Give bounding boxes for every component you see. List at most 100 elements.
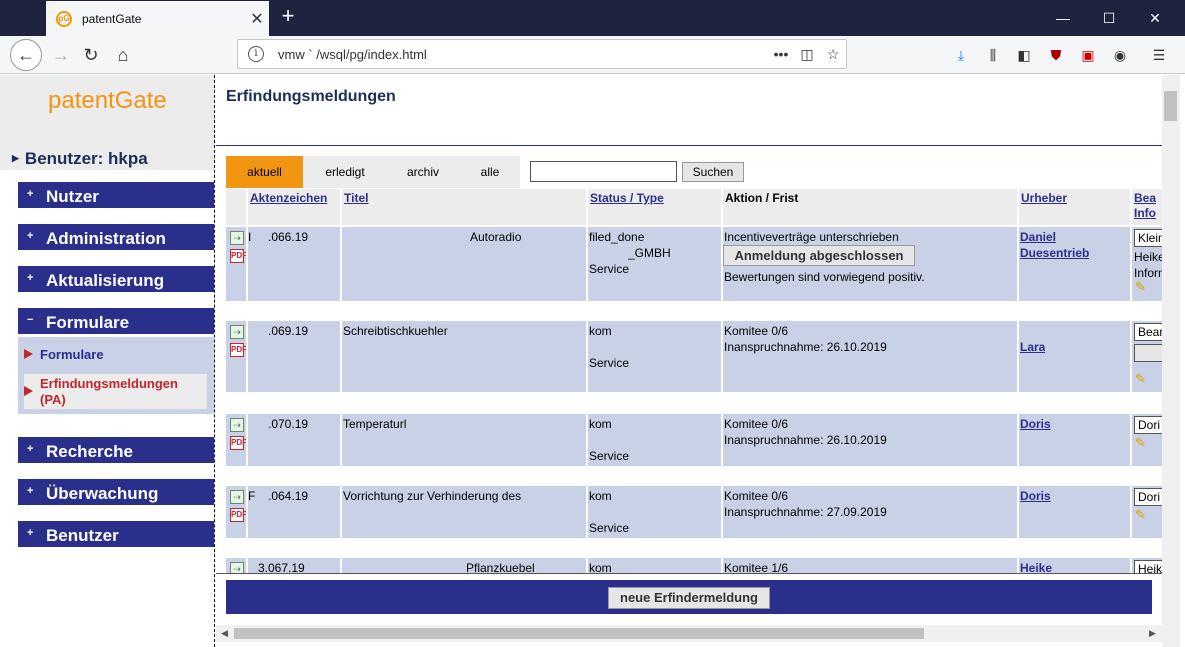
account-icon[interactable]: ◉ <box>1109 45 1131 65</box>
column-divider <box>1130 189 1132 574</box>
home-icon[interactable]: ⌂ <box>108 41 138 69</box>
header-status[interactable]: Status / Type <box>588 189 721 225</box>
pencil-edit-icon[interactable]: ✎ <box>1135 435 1146 451</box>
menu-nutzer[interactable]: + Nutzer <box>18 182 214 208</box>
close-window-icon[interactable]: ✕ <box>1132 6 1178 30</box>
pdf-icon[interactable]: PDF <box>230 508 247 522</box>
document-open-icon[interactable]: ⇢ <box>230 325 244 339</box>
aktenzeichen-prefix: I <box>248 230 252 244</box>
scroll-right-icon[interactable]: ▶ <box>1149 628 1156 639</box>
bullet-icon: ▶ <box>12 153 19 163</box>
pdf-icon[interactable]: PDF <box>230 249 247 263</box>
tab-aktuell[interactable]: aktuell <box>226 156 303 188</box>
column-divider <box>721 189 723 574</box>
status: kom <box>589 324 612 338</box>
expand-icon: + <box>27 485 34 497</box>
bookmark-star-icon[interactable]: ☆ <box>820 46 846 63</box>
urheber-link[interactable]: Doris <box>1020 488 1051 504</box>
bearbeiter-select[interactable]: Dori <box>1134 416 1162 434</box>
aktion-text: Komitee 1/6 <box>724 561 789 574</box>
search-input[interactable] <box>530 161 677 182</box>
page-content: patentGate ▶ Benutzer: hkpa + Nutzer + Admi… <box>0 75 1185 647</box>
status-type: Service <box>589 262 630 276</box>
pencil-edit-icon[interactable]: ✎ <box>1135 371 1146 387</box>
column-divider <box>586 189 588 574</box>
menu-aktualisierung[interactable]: + Aktualisierung <box>18 266 214 292</box>
vertical-scrollbar[interactable] <box>1162 75 1180 647</box>
submenu-formulare[interactable]: Formulare <box>24 347 104 362</box>
page-actions-icon[interactable]: ••• <box>768 46 794 62</box>
aktenzeichen: .066.19 <box>268 230 309 244</box>
patentgate-favicon-icon: pG <box>56 10 72 27</box>
bearbeiter-secondary-select[interactable] <box>1134 344 1162 362</box>
url-text[interactable]: vmw ` /wsql/pg/index.html <box>278 47 768 62</box>
column-divider <box>1017 189 1019 574</box>
document-open-icon[interactable]: ⇢ <box>230 490 244 504</box>
pocket-icon[interactable]: ◫ <box>794 46 820 63</box>
new-tab-icon[interactable]: + <box>276 5 300 29</box>
filter-tabs: aktuell erledigt archiv alle <box>226 156 520 188</box>
vertical-scroll-thumb[interactable] <box>1164 91 1177 121</box>
horizontal-scroll-thumb[interactable] <box>234 628 924 639</box>
info-icon[interactable]: i <box>248 46 264 62</box>
header-aktion: Aktion / Frist <box>723 189 1017 225</box>
bearbeiter-select[interactable]: Klein <box>1134 229 1162 247</box>
menu-formulare[interactable]: − Formulare <box>18 308 214 334</box>
tab-alle[interactable]: alle <box>471 156 509 188</box>
header-urheber[interactable]: Urheber <box>1019 189 1130 225</box>
pencil-edit-icon[interactable]: ✎ <box>1135 279 1146 295</box>
scroll-left-icon[interactable]: ◀ <box>221 628 228 639</box>
divider <box>216 573 1162 574</box>
header-titel[interactable]: Titel <box>342 189 586 225</box>
menu-recherche[interactable]: + Recherche <box>18 437 214 463</box>
pdf-icon[interactable]: PDF <box>230 436 247 450</box>
ublock-icon[interactable]: ⛊ <box>1045 45 1067 65</box>
bearbeiter-select[interactable]: Dori <box>1134 488 1162 506</box>
maximize-icon[interactable]: ☐ <box>1086 6 1132 30</box>
pdf-icon[interactable]: PDF <box>230 343 247 357</box>
header-aktenzeichen[interactable]: Aktenzeichen <box>248 189 340 225</box>
urheber-link[interactable]: Lara <box>1020 339 1045 355</box>
expand-icon: + <box>27 188 34 200</box>
triangle-right-icon <box>24 386 33 396</box>
tab-archiv[interactable]: archiv <box>398 156 448 188</box>
pocket-save-icon[interactable]: ▣ <box>1077 45 1099 65</box>
new-invention-button[interactable]: neue Erfindermeldung <box>608 587 770 609</box>
minimize-icon[interactable]: — <box>1040 6 1086 30</box>
anmeldung-abgeschlossen-button[interactable]: Anmeldung abgeschlossen <box>723 245 915 266</box>
download-icon[interactable]: ⤓ <box>950 45 972 65</box>
header-bearbeiter[interactable]: Bea Info <box>1132 189 1162 225</box>
urheber-link[interactable]: Doris <box>1020 416 1051 432</box>
tab-close-icon[interactable]: ✕ <box>245 9 269 29</box>
document-open-icon[interactable]: ⇢ <box>230 418 244 432</box>
menu-label: Nutzer <box>46 187 99 206</box>
urheber-link[interactable]: Duesentrieb <box>1020 245 1089 261</box>
menu-administration[interactable]: + Administration <box>18 224 214 250</box>
urheber-link[interactable]: Daniel <box>1020 229 1056 245</box>
browser-tab[interactable]: pG patentGate ✕ <box>46 1 269 36</box>
bearbeiter-name: Heike <box>1134 250 1162 264</box>
submenu-erfindungsmeldungen[interactable]: Erfindungsmeldungen (PA) <box>24 374 207 409</box>
back-arrow-icon[interactable]: ← <box>10 39 42 71</box>
status-company: _GMBH <box>628 246 671 260</box>
triangle-right-icon <box>24 349 33 359</box>
search-button[interactable]: Suchen <box>682 162 744 182</box>
bearbeiter-select[interactable]: Heik <box>1134 560 1162 574</box>
menu-hamburger-icon[interactable]: ☰ <box>1148 45 1170 65</box>
menu-ueberwachung[interactable]: + Überwachung <box>18 479 214 505</box>
patentgate-logo[interactable]: patentGate <box>48 87 167 115</box>
library-icon[interactable]: ⫼ <box>982 45 1004 65</box>
document-open-icon[interactable]: ⇢ <box>230 231 244 245</box>
tab-erledigt[interactable]: erledigt <box>315 156 375 188</box>
menu-benutzer[interactable]: + Benutzer <box>18 521 214 547</box>
forward-arrow-icon[interactable]: → <box>46 41 76 69</box>
reload-icon[interactable]: ↻ <box>76 41 106 69</box>
url-bar[interactable]: i vmw ` /wsql/pg/index.html ••• ◫ ☆ <box>237 39 847 69</box>
sidebar-icon[interactable]: ◧ <box>1013 45 1035 65</box>
pencil-edit-icon[interactable]: ✎ <box>1135 507 1146 523</box>
menu-label: Recherche <box>46 442 133 461</box>
urheber-link[interactable]: Heike <box>1020 560 1052 574</box>
horizontal-scrollbar[interactable]: ◀ ▶ <box>216 625 1162 642</box>
aktion-text: Incentiveverträge unterschrieben <box>724 230 899 244</box>
bearbeiter-select[interactable]: Bear <box>1134 323 1162 341</box>
